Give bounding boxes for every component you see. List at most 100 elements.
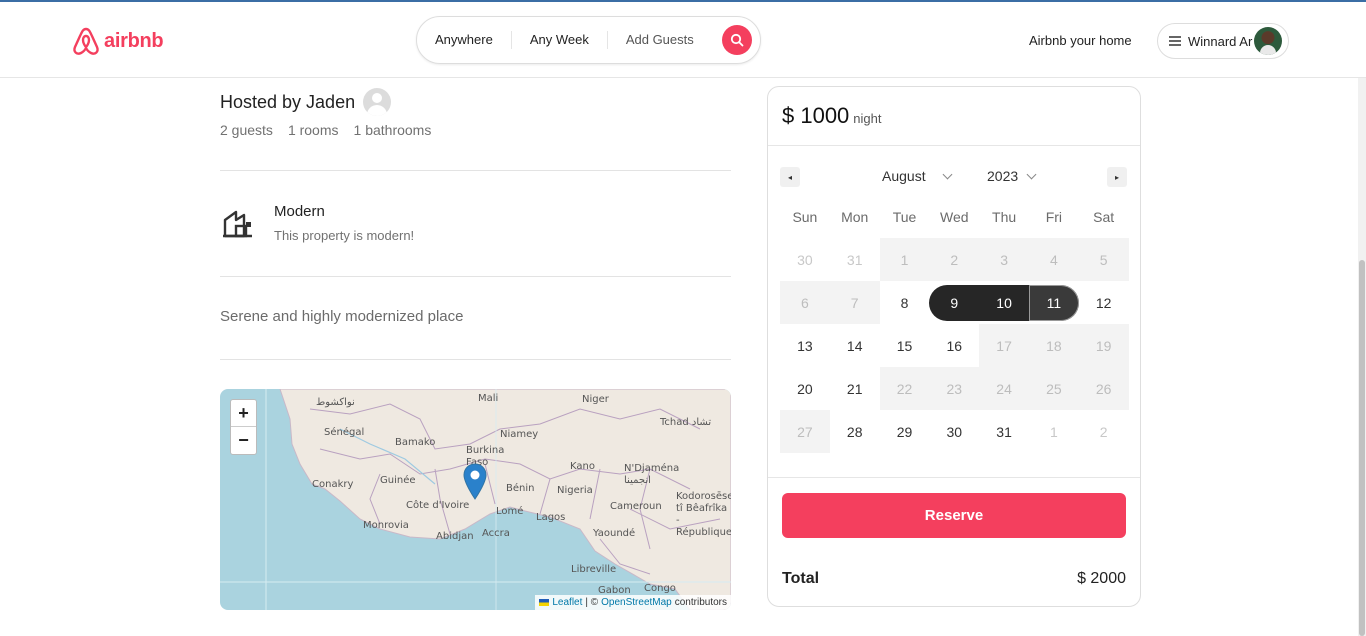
map-label: N'Djaména انجمينا [624, 463, 680, 486]
airbnb-your-home-link[interactable]: Airbnb your home [1029, 33, 1132, 48]
total-label: Total [782, 570, 820, 587]
calendar-day: 25 [1028, 367, 1079, 410]
bathroom-count: 1 bathrooms [353, 122, 432, 138]
chevron-right-icon: ▸ [1114, 172, 1119, 182]
divider [220, 170, 731, 171]
calendar-day[interactable]: 8 [880, 281, 930, 324]
location-map[interactable]: + − نواكشوط Mali Niger Sénégal Bamako Bu… [220, 389, 731, 610]
zoom-out-button[interactable]: − [231, 427, 256, 454]
map-label: Yaoundé [593, 528, 636, 539]
next-month-button[interactable]: ▸ [1107, 167, 1127, 187]
logo-text: airbnb [104, 29, 164, 52]
calendar-day[interactable]: 16 [929, 324, 979, 367]
weekday-label: Sun [792, 209, 818, 225]
calendar-day: 17 [979, 324, 1029, 367]
reserve-button[interactable]: Reserve [782, 493, 1126, 538]
calendar-day[interactable]: 21 [830, 367, 880, 410]
map-attribution: Leaflet | © OpenStreetMap contributors [535, 595, 731, 610]
search-button[interactable] [722, 25, 752, 55]
map-label: Kano [570, 461, 595, 472]
weekday-label: Mon [841, 209, 869, 225]
map-label: Lagos [536, 512, 566, 523]
host-heading: Hosted by Jaden [220, 88, 392, 116]
divider [768, 477, 1140, 478]
calendar-day: 4 [1028, 238, 1079, 281]
calendar-grid: 30 31 1 2 3 4 5 6 7 8 9 10 11 12 13 14 1… [780, 238, 1129, 453]
search-where[interactable]: Anywhere [417, 31, 512, 49]
search-guests[interactable]: Add Guests [608, 31, 706, 49]
calendar-day[interactable]: 14 [830, 324, 880, 367]
calendar-day-selected[interactable]: 9 [929, 284, 980, 321]
listing-description: Serene and highly modernized place [220, 308, 464, 325]
menu-icon [1169, 36, 1181, 46]
host-avatar [363, 88, 392, 116]
calendar-day: 5 [1078, 238, 1129, 281]
calendar-day[interactable]: 20 [780, 367, 830, 410]
leaflet-link[interactable]: Leaflet [552, 597, 582, 608]
zoom-in-button[interactable]: + [231, 400, 256, 427]
calendar-day-selected[interactable]: 11 [1028, 284, 1079, 321]
calendar-day[interactable]: 30 [929, 410, 979, 453]
weekday-label: Thu [992, 209, 1017, 225]
osm-link[interactable]: OpenStreetMap [601, 597, 672, 608]
search-bar[interactable]: Anywhere Any Week Add Guests [416, 16, 761, 64]
user-menu-button[interactable]: Winnard Ar [1157, 23, 1289, 59]
airbnb-logo[interactable]: airbnb [72, 26, 164, 56]
page-scrollbar[interactable] [1358, 78, 1366, 636]
map-label: Congo [644, 583, 676, 594]
month-select[interactable]: August [882, 168, 953, 184]
airbnb-logo-icon [73, 27, 99, 55]
ukraine-flag-icon [539, 599, 550, 606]
room-count: 1 rooms [287, 122, 339, 138]
user-name: Winnard Ar [1188, 33, 1253, 49]
map-label: Bamako [395, 437, 436, 448]
prev-month-button[interactable]: ◂ [780, 167, 800, 187]
map-label: Côte d'Ivoire [406, 500, 470, 511]
year-select[interactable]: 2023 [987, 168, 1037, 184]
map-label: Guinée [380, 475, 416, 486]
weekday-label: Wed [940, 209, 969, 225]
weekday-label: Sat [1093, 209, 1115, 225]
chevron-down-icon [1026, 169, 1037, 179]
calendar-day: 1 [879, 238, 930, 281]
top-navbar: airbnb Anywhere Any Week Add Guests Airb… [0, 0, 1366, 78]
calendar-day[interactable]: 15 [880, 324, 930, 367]
calendar-day-selected[interactable]: 10 [979, 284, 1029, 321]
chevron-left-icon: ◂ [787, 172, 792, 182]
map-label: Kodorosēse tî Bêafrîka - République Cent… [676, 491, 731, 538]
map-marker-icon[interactable] [463, 463, 487, 501]
divider [768, 145, 1140, 146]
scrollbar-thumb[interactable] [1359, 260, 1365, 636]
map-label: Abidjan [436, 531, 474, 542]
calendar-day: 2 [1078, 410, 1129, 453]
attribution-suffix: contributors [674, 597, 727, 608]
search-when[interactable]: Any Week [512, 31, 608, 49]
calendar-day: 7 [829, 281, 880, 324]
calendar-day[interactable]: 12 [1079, 281, 1129, 324]
search-icon [730, 33, 744, 47]
calendar-day: 26 [1078, 367, 1129, 410]
calendar-day: 18 [1028, 324, 1079, 367]
calendar-day[interactable]: 29 [880, 410, 930, 453]
map-label: Nigeria [557, 485, 593, 496]
calendar-day: 30 [780, 238, 830, 281]
calendar-day: 22 [879, 367, 930, 410]
map-label: Mali [478, 393, 499, 404]
calendar-day[interactable]: 31 [979, 410, 1029, 453]
map-label: Conakry [312, 479, 354, 490]
calendar-day: 2 [929, 238, 980, 281]
calendar-day: 23 [929, 367, 980, 410]
calendar-day[interactable]: 28 [830, 410, 880, 453]
listing-stats: 2 guests 1 rooms 1 bathrooms [220, 122, 431, 138]
chevron-down-icon [942, 169, 953, 179]
calendar-day: 31 [829, 238, 880, 281]
map-label: نواكشوط [316, 397, 355, 408]
total-value: $ 2000 [1077, 570, 1126, 587]
divider [220, 276, 731, 277]
map-label: Accra [482, 528, 510, 539]
weekday-label: Fri [1045, 209, 1063, 225]
map-label: Cameroun [610, 501, 662, 512]
calendar-day[interactable]: 13 [780, 324, 830, 367]
map-label: Niger [582, 394, 609, 405]
category-description: This property is modern! [274, 228, 415, 243]
